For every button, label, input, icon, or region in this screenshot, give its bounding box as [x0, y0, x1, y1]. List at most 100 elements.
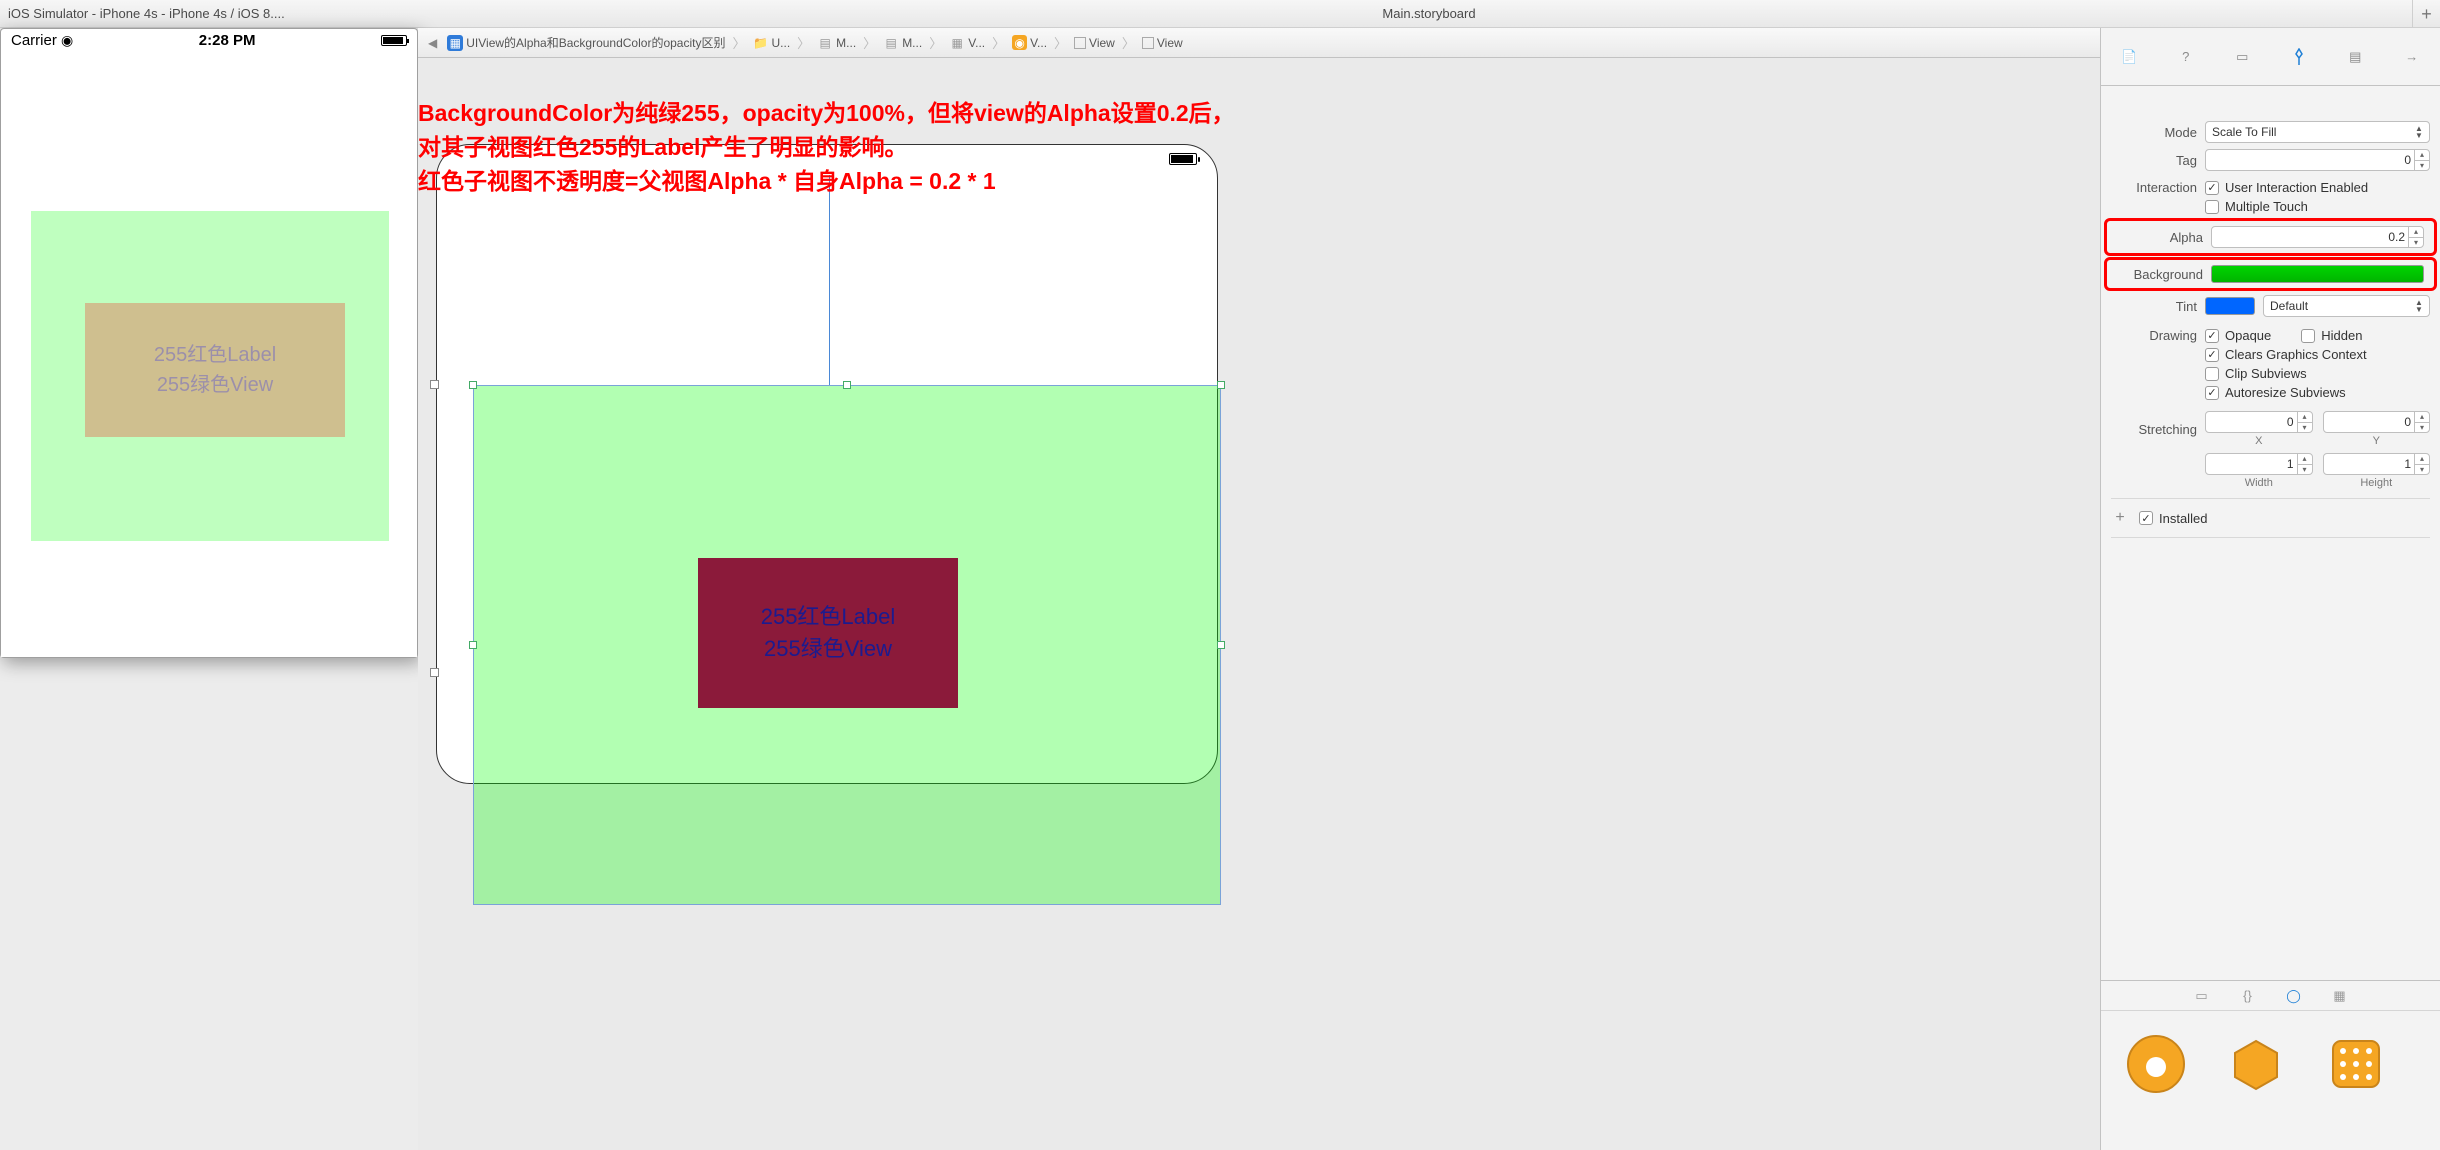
resize-handle[interactable]	[469, 641, 477, 649]
tag-field[interactable]: 0▴▾	[2205, 149, 2430, 171]
selected-view[interactable]: 255红色Label 255绿色View	[473, 385, 1221, 905]
alpha-highlight: Alpha 0.2▴▾	[2104, 218, 2437, 256]
installed-label: Installed	[2159, 511, 2207, 526]
inspector-tab-bar: 📄 ? ▭ ▤ →	[2100, 28, 2440, 86]
drawing-label: Drawing	[2111, 328, 2197, 343]
frame-handle[interactable]	[430, 380, 439, 389]
opaque-checkbox[interactable]	[2205, 329, 2219, 343]
sim-red-label: 255红色Label 255绿色View	[85, 303, 345, 437]
simulator-title: iOS Simulator - iPhone 4s - iPhone 4s / …	[8, 6, 285, 21]
autoresize-checkbox[interactable]	[2205, 386, 2219, 400]
interaction-label: Interaction	[2111, 180, 2197, 195]
alpha-label: Alpha	[2117, 230, 2203, 245]
user-interaction-checkbox[interactable]	[2205, 181, 2219, 195]
file-template-tab[interactable]: ▭	[2191, 985, 2213, 1007]
w-sublabel: Width	[2205, 475, 2313, 489]
separator	[2111, 537, 2430, 538]
nav-item-3[interactable]: V...	[968, 36, 985, 50]
file-inspector-tab[interactable]: 📄	[2114, 43, 2144, 71]
ib-canvas[interactable]: BackgroundColor为纯绿255，opacity为100%，但将vie…	[418, 58, 2100, 1150]
battery-icon	[381, 35, 407, 46]
multiple-touch-label: Multiple Touch	[2225, 199, 2308, 214]
add-tab-button[interactable]: +	[2412, 0, 2440, 28]
navcontroller-object[interactable]	[2221, 1029, 2291, 1099]
nav-item-2[interactable]: M...	[902, 36, 922, 50]
stretch-x-field[interactable]: 0▴▾	[2205, 411, 2313, 433]
background-highlight: Background	[2104, 257, 2437, 291]
xcode-area: ◀ ▦UIView的Alpha和BackgroundColor的opacity区…	[418, 28, 2440, 1150]
inspector-thumbnail	[2101, 86, 2440, 118]
sim-canvas: 255红色Label 255绿色View	[1, 51, 417, 657]
library-tabs: ▭ {} ◯ ▦	[2101, 981, 2440, 1011]
clip-checkbox[interactable]	[2205, 367, 2219, 381]
object-library: ▭ {} ◯ ▦	[2100, 980, 2440, 1150]
hidden-label: Hidden	[2321, 328, 2362, 343]
tag-stepper[interactable]: ▴▾	[2414, 150, 2429, 170]
alpha-stepper[interactable]: ▴▾	[2408, 227, 2423, 247]
autoresize-label: Autoresize Subviews	[2225, 385, 2346, 400]
red-uilabel[interactable]: 255红色Label 255绿色View	[698, 558, 958, 708]
object-library-tab[interactable]: ◯	[2283, 985, 2305, 1007]
connections-inspector-tab[interactable]: →	[2397, 43, 2427, 71]
mode-label: Mode	[2111, 125, 2197, 140]
viewcontroller-icon: ◉	[1012, 35, 1027, 50]
stretch-h-field[interactable]: 1▴▾	[2323, 453, 2431, 475]
resize-handle[interactable]	[843, 381, 851, 389]
nav-item-1[interactable]: M...	[836, 36, 856, 50]
scene-icon: ▦	[949, 35, 965, 51]
alpha-field[interactable]: 0.2▴▾	[2211, 226, 2424, 248]
frame-handle[interactable]	[430, 668, 439, 677]
user-interaction-label: User Interaction Enabled	[2225, 180, 2368, 195]
opaque-label: Opaque	[2225, 328, 2271, 343]
size-inspector-tab[interactable]: ▤	[2340, 43, 2370, 71]
resize-handle[interactable]	[469, 381, 477, 389]
annotation-text: BackgroundColor为纯绿255，opacity为100%，但将vie…	[418, 96, 1235, 198]
nav-item-4[interactable]: V...	[1030, 36, 1047, 50]
nav-item-6[interactable]: View	[1157, 36, 1183, 50]
wifi-icon: ◉	[61, 32, 73, 48]
device-frame: 255红色Label 255绿色View	[436, 144, 1218, 784]
background-color-well[interactable]	[2211, 265, 2424, 283]
canvas-label-line2: 255绿色View	[764, 633, 892, 665]
y-sublabel: Y	[2323, 433, 2431, 447]
identity-inspector-tab[interactable]: ▭	[2227, 43, 2257, 71]
stretching-label: Stretching	[2111, 422, 2197, 437]
tint-color-well[interactable]	[2205, 297, 2255, 315]
viewcontroller-object[interactable]	[2121, 1029, 2191, 1099]
stretch-y-field[interactable]: 0▴▾	[2323, 411, 2431, 433]
tag-label: Tag	[2111, 153, 2197, 168]
multiple-touch-checkbox[interactable]	[2205, 200, 2219, 214]
attributes-inspector-tab[interactable]	[2284, 43, 2314, 71]
nav-item-5[interactable]: View	[1089, 36, 1115, 50]
code-snippet-tab[interactable]: {}	[2237, 985, 2259, 1007]
mode-dropdown[interactable]: Scale To Fill▲▼	[2205, 121, 2430, 143]
hidden-checkbox[interactable]	[2301, 329, 2315, 343]
media-library-tab[interactable]: ▦	[2329, 985, 2351, 1007]
help-inspector-tab[interactable]: ?	[2171, 43, 2201, 71]
clip-label: Clip Subviews	[2225, 366, 2307, 381]
green-uiview[interactable]: 255红色Label 255绿色View	[474, 386, 1220, 904]
simulator-titlebar: iOS Simulator - iPhone 4s - iPhone 4s / …	[0, 0, 418, 28]
carrier-label: Carrier ◉	[11, 32, 73, 49]
view-icon	[1074, 37, 1086, 49]
xcode-titlebar: Main.storyboard +	[418, 0, 2440, 28]
nav-item-0[interactable]: U...	[771, 36, 790, 50]
simulator-window: Carrier ◉ 2:28 PM 255红色Label 255绿色View	[0, 28, 418, 658]
installed-checkbox[interactable]	[2139, 511, 2153, 525]
tint-dropdown[interactable]: Default▲▼	[2263, 295, 2430, 317]
nav-back-icon[interactable]: ◀	[424, 36, 441, 50]
resize-handle[interactable]	[1217, 381, 1225, 389]
nav-project[interactable]: UIView的Alpha和BackgroundColor的opacity区别	[466, 34, 725, 51]
h-sublabel: Height	[2323, 475, 2431, 489]
tint-label: Tint	[2111, 299, 2197, 314]
constraint-line	[829, 175, 830, 385]
project-icon: ▦	[447, 35, 463, 51]
sim-label-line2: 255绿色View	[157, 370, 273, 400]
stretch-w-field[interactable]: 1▴▾	[2205, 453, 2313, 475]
background-label: Background	[2117, 267, 2203, 282]
tableviewcontroller-object[interactable]	[2321, 1029, 2391, 1099]
add-trait-button[interactable]: +	[2111, 509, 2129, 527]
clears-checkbox[interactable]	[2205, 348, 2219, 362]
resize-handle[interactable]	[1217, 641, 1225, 649]
clears-label: Clears Graphics Context	[2225, 347, 2367, 362]
